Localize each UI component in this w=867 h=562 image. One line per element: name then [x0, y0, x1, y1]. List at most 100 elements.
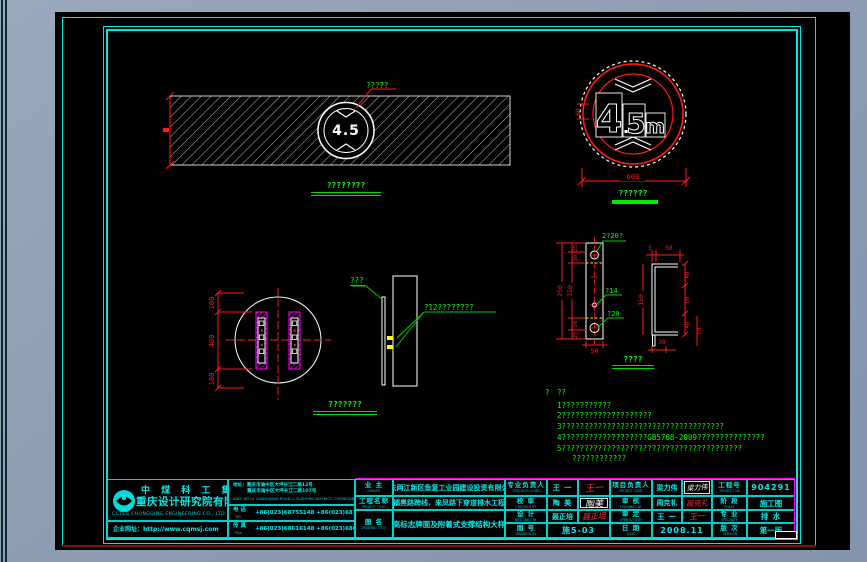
note-line-5: 5???????????????????????????????????????…: [557, 444, 743, 453]
drawing-no-label: 图 号 DRAWING No: [505, 523, 547, 538]
fax-label: 传 真: [233, 523, 246, 529]
drawing-no-value: 施5-03: [547, 523, 610, 538]
tel-label: 电 话: [233, 507, 246, 513]
company-name: 重庆设计研究院有限公司: [136, 496, 227, 508]
approver-signature: 王一: [682, 510, 712, 523]
bracket-top-hole-tag: 2?20?: [602, 232, 624, 240]
support-column-side: [392, 275, 418, 387]
company-name-en: CCTEG CHONGQING ENGINEERING CO., LTD.: [112, 512, 227, 517]
company-address-2: 重庆市渝中区大坪长江二路107号: [247, 489, 317, 494]
project-label: 工程名称 PROJECT TITLE: [355, 496, 393, 510]
dim-400: 400: [208, 335, 216, 348]
website-cell: 企业网址：http://www.cqmsj.com: [107, 521, 228, 538]
spec-chief-signature: 王一: [578, 479, 610, 496]
beam-caption-underline-2: [311, 195, 381, 196]
date-label: 日 期 DATE: [610, 523, 652, 538]
sign-plate-side: [381, 296, 386, 386]
side-view: [352, 275, 496, 387]
bracket-caption-underline-1: [612, 365, 654, 366]
note-line-2: 2????????????????????: [557, 411, 652, 420]
specialty-value: 排 水: [747, 510, 795, 523]
digit4: 4: [596, 97, 622, 141]
fax-value: +86(023)68616148 +86(023)68616800: [255, 526, 354, 532]
note-line-4: 4???????????????????GB5768-2009?????????…: [557, 433, 765, 442]
spec-chief-value: 王 一: [547, 479, 578, 496]
company-logo: [113, 490, 135, 512]
checker-value: 陶 美: [547, 496, 578, 510]
checker-signature: 陶美: [578, 496, 610, 510]
channel-section-view: 5 50 150 40 50 40 50 30: [637, 245, 703, 353]
drawing-title-label: 图 名 DRAWING TITLE: [355, 510, 393, 538]
approver-label: 审 定 APPROVED BY: [610, 510, 652, 523]
dim-150-plate: 150: [566, 285, 574, 297]
owner-label: 业 主 OWNER: [355, 479, 393, 496]
proj-chief-value: 梁力伟: [652, 479, 682, 496]
tel-cell: 电 话 TEL +86(023)68755148 +86(023)6872626…: [228, 505, 355, 521]
sign-front-value: 4.5: [330, 123, 362, 139]
dim-40-a: 40: [685, 272, 691, 279]
note-line-6: ????????????: [572, 454, 627, 463]
notes-head: ??: [557, 388, 567, 397]
fax-label-en: FAX: [235, 531, 242, 535]
note-line-3: 3????????????????????????????????????: [557, 422, 725, 431]
dim-30-top: 30: [573, 255, 579, 262]
tel-value: +86(023)68755148 +86(023)68726268: [255, 510, 354, 516]
approver-value: 王 一: [652, 510, 682, 523]
company-address-en: ADD: NO.12 CHANGJIANG ROAD 2, YUZHONG DI…: [233, 497, 355, 501]
proj-no-label: 工程号 PROJECT No: [712, 479, 747, 496]
dim-50-top: 50: [665, 245, 673, 252]
website-url[interactable]: http://www.cqmsj.com: [143, 526, 219, 533]
sign-detail-view: 4 5 m 60 600: [575, 60, 691, 187]
version-label: 版 次 VERSION: [712, 523, 747, 538]
company-cell: 中 煤 科 工 集 团 重庆设计研究院有限公司 CCTEG CHONGQING …: [107, 479, 228, 521]
designer-signature: 聂正培: [578, 510, 610, 523]
bolt-top: [387, 336, 393, 340]
plate-tag-underline: [350, 285, 365, 286]
specialty-label: 专 业 SPECIALTY: [712, 510, 747, 523]
note-line-1: 1???????????: [557, 401, 612, 410]
dim-50-plate: 50: [591, 347, 599, 355]
notes-head-mark: ?: [545, 388, 550, 397]
owner-value: 重庆两江新区鱼复工业园建设投资有限公司: [393, 479, 505, 496]
dim-30-bottom: 30: [573, 321, 579, 328]
project-value: 福黑路跨线、来凤路下穿道排水工程: [393, 496, 505, 510]
bracket-mid-hole-tag: ?14: [605, 287, 618, 295]
plate-tag: ???: [350, 276, 364, 285]
height-limit-value: 4.5: [332, 123, 360, 139]
sign-detail-caption: ??????: [618, 189, 648, 198]
spec-chief-label: 专业负责人 SPECIALTY CHIEF: [505, 479, 547, 496]
phase-value: 施工图: [747, 496, 795, 510]
dim-600: 600: [627, 173, 640, 181]
bracket-plate-view: 250 150 25 30 30 25 50: [556, 237, 626, 355]
dim-25-bottom: 25: [573, 332, 579, 339]
designer-label: 设 计 DESIGNED BY: [505, 510, 547, 523]
sheet-corner-mark: [775, 531, 797, 539]
company-address-1: 地址：重庆市渝中区大坪长江二路12号: [233, 483, 313, 488]
sign-material-tag: ?????: [366, 81, 389, 90]
bracket-caption: ????: [623, 355, 643, 364]
dim-25-top: 25: [573, 245, 579, 252]
proj-chief-signature: 梁力伟: [682, 479, 712, 496]
designer-value: 聂正培: [547, 510, 578, 523]
dim-100-bottom: 100: [208, 373, 216, 386]
phase-label: 阶 段 PHASE: [712, 496, 747, 510]
dim-50-mid: 50: [685, 297, 691, 304]
unit-m: m: [645, 116, 665, 138]
tel-label-en: TEL: [235, 515, 242, 519]
drawing-title-value: 限高标志牌面及附着式支撑结构大样图: [393, 510, 505, 538]
date-value: 2008.11: [652, 523, 712, 538]
flange-caption-underline-2: [313, 414, 377, 415]
dim-50-outer: 50: [697, 328, 703, 335]
examiner-label: 审 核 EXAMINED BY: [610, 496, 652, 510]
dim-250: 250: [556, 285, 564, 297]
dim-100-top: 100: [208, 297, 216, 310]
bolt-bottom: [387, 345, 393, 349]
beam-dim-marker: [163, 128, 169, 132]
cad-viewer-window: 4 5 m 60 600 100 400 100 250 150 25 30 3…: [0, 0, 867, 562]
dim-30-channel: 30: [658, 339, 666, 346]
proj-no-value: 904291: [747, 479, 795, 496]
title-block-top-magenta-line: [355, 478, 795, 479]
flange-caption-underline-1: [313, 411, 377, 412]
beam-caption-underline-1: [311, 192, 381, 193]
examiner-signature: 周克礼: [682, 496, 712, 510]
